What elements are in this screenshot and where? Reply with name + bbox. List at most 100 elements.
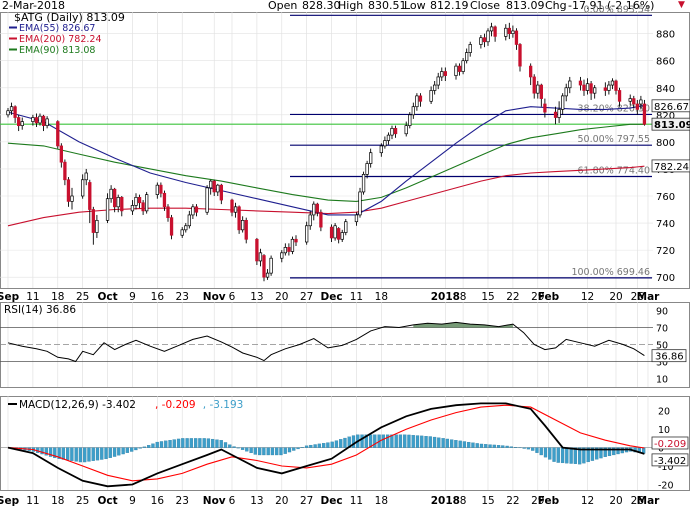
candle-body xyxy=(479,37,483,45)
x-axis-label: Dec xyxy=(321,291,343,303)
macd-histogram-bar xyxy=(484,444,488,448)
candle-body xyxy=(141,202,145,212)
macd-histogram-bar xyxy=(616,447,620,455)
legend-entry: EMA(200) 782.24 xyxy=(19,34,102,45)
macd-histogram-bar xyxy=(193,438,198,448)
x-axis-label: 20 xyxy=(609,495,622,507)
x-axis-label: Nov xyxy=(203,291,226,303)
candle-body xyxy=(536,84,540,94)
macd-histogram-bar xyxy=(432,436,437,448)
candle-body xyxy=(507,27,511,34)
candle-body xyxy=(113,188,117,208)
candle-body xyxy=(443,71,447,76)
macd-tick-label: 10 xyxy=(658,425,670,436)
legend-entry: EMA(55) 826.67 xyxy=(19,23,95,34)
candle-body xyxy=(31,117,35,122)
candle-body xyxy=(258,252,263,262)
macd-tick-label: 20 xyxy=(658,407,670,418)
price-tag-label: 826.67 xyxy=(654,102,689,113)
macd-histogram-bar xyxy=(403,434,407,448)
x-axis-label: 25 xyxy=(76,291,89,303)
x-axis-label: 22 xyxy=(506,495,519,507)
macd-legend-entry: , -0.209 xyxy=(155,399,196,411)
candle-body xyxy=(393,128,398,135)
macd-histogram-bar xyxy=(292,447,296,451)
candle-body xyxy=(489,26,494,32)
x-axis-label: 13 xyxy=(250,291,263,303)
macd-histogram-bar xyxy=(249,447,253,454)
macd-histogram-bar xyxy=(539,447,543,456)
candle-body xyxy=(63,161,67,181)
candle-body xyxy=(41,115,46,126)
x-axis-label: 15 xyxy=(481,495,494,507)
macd-histogram-bar xyxy=(245,447,249,452)
macd-histogram-bar xyxy=(117,447,121,456)
candle-body xyxy=(564,87,568,97)
candle-body xyxy=(166,206,170,218)
candle-body xyxy=(433,84,437,91)
x-axis-label: 2018 xyxy=(431,495,460,507)
candle-body xyxy=(116,197,120,208)
candle-body xyxy=(212,180,216,193)
candle-body xyxy=(329,226,334,239)
candle-body xyxy=(155,184,159,195)
candle-body xyxy=(17,117,21,126)
candle-body xyxy=(408,114,412,126)
candle-body xyxy=(429,90,433,102)
macd-histogram-bar xyxy=(381,434,386,448)
candle-body xyxy=(344,221,348,233)
x-axis-label: 16 xyxy=(151,291,165,303)
x-axis-label: Mar xyxy=(637,495,661,507)
macd-histogram-bar xyxy=(159,441,164,448)
macd-histogram-bar xyxy=(535,447,539,453)
x-axis-label: 25 xyxy=(76,495,89,507)
macd-histogram-bar xyxy=(40,447,44,455)
rsi-tick-label: 70 xyxy=(656,324,668,335)
macd-histogram-bar xyxy=(176,438,181,448)
candle-body xyxy=(457,65,462,72)
candle-body xyxy=(578,80,583,86)
x-axis-label: 13 xyxy=(250,495,263,507)
price-tick-label: 800 xyxy=(656,138,675,149)
candle-body xyxy=(333,225,337,239)
candle-body xyxy=(319,211,323,228)
candle-body xyxy=(287,247,291,252)
macd-histogram-bar xyxy=(262,447,266,456)
macd-histogram-bar xyxy=(211,438,215,448)
x-axis-label: 15 xyxy=(481,291,494,303)
fib-level-label: 50.00% 797.55 xyxy=(578,134,650,145)
macd-histogram-bar xyxy=(266,447,270,456)
macd-histogram-bar xyxy=(496,445,501,448)
macd-histogram-bar xyxy=(445,438,450,448)
macd-histogram-bar xyxy=(330,441,334,448)
price-tag-label: 813.09 xyxy=(654,120,690,131)
macd-histogram-bar xyxy=(142,446,147,448)
macd-histogram-bar xyxy=(155,441,159,448)
candle-body xyxy=(134,197,138,206)
candle-body xyxy=(162,192,167,208)
x-axis-label: 9 xyxy=(129,495,136,507)
macd-histogram-bar xyxy=(134,447,138,451)
x-axis-label: 11 xyxy=(26,291,39,303)
candle-body xyxy=(461,60,465,72)
macd-histogram-bar xyxy=(407,434,411,448)
macd-value-label: -3.402 xyxy=(654,456,686,467)
candle-body xyxy=(312,203,316,216)
macd-histogram-bar xyxy=(147,445,151,448)
x-axis-label: Sep xyxy=(0,495,20,507)
macd-histogram-bar xyxy=(104,447,108,460)
candle-body xyxy=(582,84,586,91)
candle-body xyxy=(593,87,597,94)
x-axis-label: 18 xyxy=(51,495,64,507)
macd-histogram-bar xyxy=(70,447,74,461)
macd-histogram-bar xyxy=(428,436,432,448)
macd-histogram-bar xyxy=(569,447,573,464)
x-axis-label: 2018 xyxy=(431,291,460,303)
macd-histogram-bar xyxy=(321,443,326,448)
macd-histogram-bar xyxy=(509,446,514,448)
macd-histogram-bar xyxy=(189,438,194,448)
macd-histogram-bar xyxy=(185,438,189,448)
macd-histogram-bar xyxy=(240,447,245,450)
candle-body xyxy=(81,179,85,197)
candle-body xyxy=(184,225,188,231)
